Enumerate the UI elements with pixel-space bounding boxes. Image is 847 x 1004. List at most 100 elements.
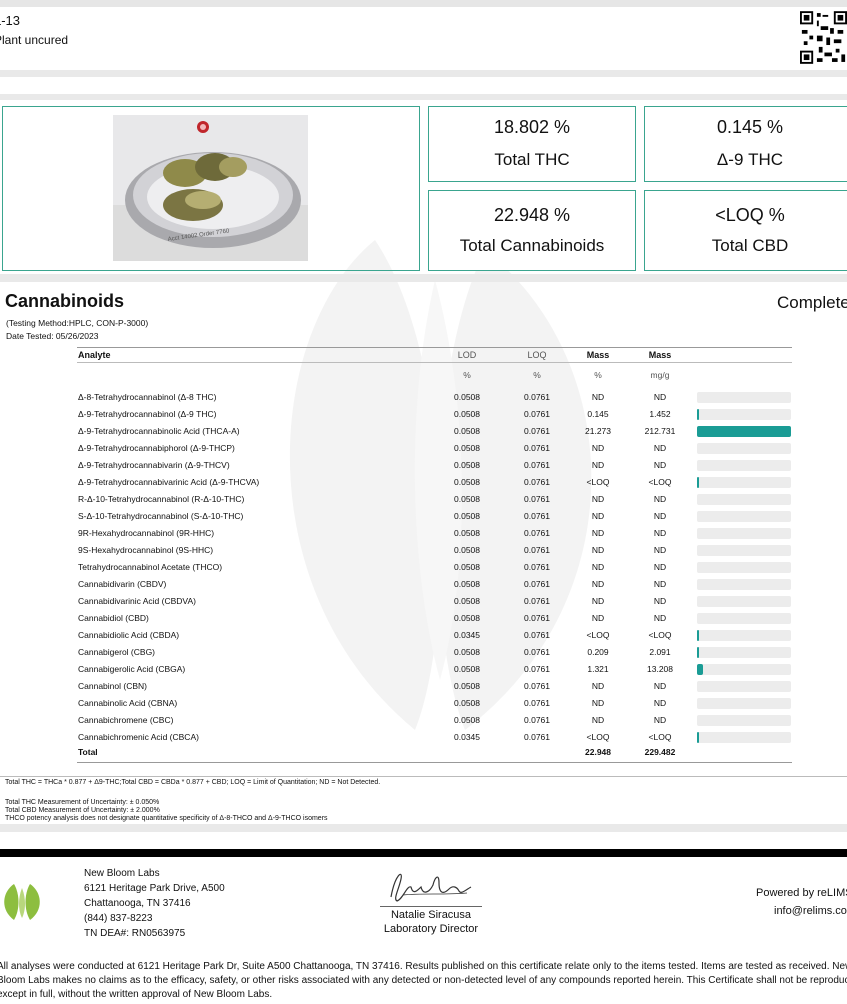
mass-pct-value: ND: [591, 494, 605, 504]
notes-rule: [0, 776, 847, 777]
mass-pct-value: 21.273: [585, 426, 611, 436]
lod-value: 0.0508: [454, 477, 480, 487]
divider-band: [0, 824, 847, 832]
mass-mg-value: ND: [653, 596, 667, 606]
date-tested: Date Tested: 05/26/2023: [6, 331, 99, 341]
disclaimer-line-1: All analyses were conducted at 6121 Heri…: [0, 961, 847, 972]
result-bar-track: [697, 460, 791, 471]
thco-note: THCO potency analysis does not designate…: [5, 815, 328, 822]
loq-value: 0.0761: [524, 630, 550, 640]
analyte-name: Δ-9-Tetrahydrocannabivarin (Δ-9-THCV): [78, 460, 230, 470]
result-bar-track: [697, 426, 791, 437]
loq-value: 0.0761: [524, 409, 550, 419]
divider-band: [0, 274, 847, 282]
table-row: Cannabichromene (CBC) 0.0508 0.0761 ND ND: [0, 712, 847, 729]
result-bar-track: [697, 630, 791, 641]
result-bar-track: [697, 477, 791, 488]
mass-pct-value: <LOQ: [586, 630, 610, 640]
mass-mg-value: ND: [653, 528, 667, 538]
header-mass-pct: Mass: [586, 350, 610, 360]
table-row: Cannabinol (CBN) 0.0508 0.0761 ND ND: [0, 678, 847, 695]
lod-value: 0.0508: [454, 613, 480, 623]
analyte-name: Tetrahydrocannabinol Acetate (THCO): [78, 562, 223, 572]
sample-id: L-13: [0, 13, 21, 28]
new-bloom-logo-icon: [4, 884, 40, 920]
lod-value: 0.0508: [454, 647, 480, 657]
uncertainty-cbd-note: Total CBD Measurement of Uncertainty: ± …: [5, 807, 160, 814]
stat-total-cbd: <LOQ % Total CBD: [644, 190, 847, 271]
lod-value: 0.0508: [454, 443, 480, 453]
result-bar-track: [697, 664, 791, 675]
result-bar-track: [697, 409, 791, 420]
mass-pct-value: ND: [591, 460, 605, 470]
mass-mg-value: 1.452: [649, 409, 671, 419]
stat-label: Δ-9 THC: [716, 150, 784, 169]
disclaimer-line-2: Bloom Labs makes no claims as to the eff…: [0, 975, 847, 986]
mass-pct-value: ND: [591, 392, 605, 402]
lod-value: 0.0508: [454, 698, 480, 708]
lod-value: 0.0508: [454, 715, 480, 725]
unit-loq: %: [533, 370, 541, 380]
header-mass-mg: Mass: [648, 350, 672, 360]
mass-mg-value: <LOQ: [648, 477, 672, 487]
divider-band: [0, 94, 847, 100]
analyte-name: 9S-Hexahydrocannabinol (9S-HHC): [78, 545, 214, 555]
stat-delta9-thc: 0.145 % Δ-9 THC: [644, 106, 847, 182]
mass-mg-value: ND: [653, 681, 667, 691]
header-lod: LOD: [457, 350, 477, 360]
stat-value: <LOQ %: [715, 205, 785, 225]
loq-value: 0.0761: [524, 477, 550, 487]
result-bar-fill: [697, 477, 699, 488]
header-analyte: Analyte: [78, 350, 111, 360]
mass-mg-value: ND: [653, 698, 667, 708]
analyte-name: Cannabidiolic Acid (CBDA): [78, 630, 180, 640]
stat-total-thc: 18.802 % Total THC: [428, 106, 636, 182]
testing-method: (Testing Method:HPLC, CON-P-3000): [6, 318, 149, 328]
analyte-name: Cannabichromenic Acid (CBCA): [78, 732, 199, 742]
table-row: Tetrahydrocannabinol Acetate (THCO) 0.050…: [0, 559, 847, 576]
analyte-name: Δ-9-Tetrahydrocannabiphorol (Δ-9-THCP): [78, 443, 235, 453]
lod-value: 0.0508: [454, 664, 480, 674]
lod-value: 0.0508: [454, 426, 480, 436]
result-bar-track: [697, 392, 791, 403]
lod-value: 0.0508: [454, 511, 480, 521]
mass-mg-value: ND: [653, 545, 667, 555]
result-bar-fill: [697, 664, 703, 675]
total-label: Total: [78, 747, 98, 757]
result-bar-track: [697, 545, 791, 556]
mass-pct-value: ND: [591, 613, 605, 623]
table-row: Cannabidiolic Acid (CBDA) 0.0345 0.0761 <LO…: [0, 627, 847, 644]
table-row: 9R-Hexahydrocannabinol (9R-HHC) 0.0508 0.0…: [0, 525, 847, 542]
loq-value: 0.0761: [524, 562, 550, 572]
lod-value: 0.0508: [454, 528, 480, 538]
mass-pct-value: ND: [591, 443, 605, 453]
table-bottom-rule: [77, 762, 792, 763]
analyte-name: Cannabidivarin (CBDV): [78, 579, 167, 589]
analyte-name: Δ-9-Tetrahydrocannabinol (Δ-9 THC): [78, 409, 217, 419]
mass-mg-value: ND: [653, 392, 667, 402]
mass-mg-value: <LOQ: [648, 732, 672, 742]
result-bar-track: [697, 647, 791, 658]
table-row: Δ-9-Tetrahydrocannabinol (Δ-9 THC) 0.0508…: [0, 406, 847, 423]
mass-pct-value: ND: [591, 715, 605, 725]
stat-label: Total CBD: [711, 236, 789, 255]
mass-mg-value: ND: [653, 494, 667, 504]
lod-value: 0.0508: [454, 392, 480, 402]
mass-pct-value: <LOQ: [586, 732, 610, 742]
contact-email[interactable]: info@relims.com: [774, 905, 847, 917]
loq-value: 0.0761: [524, 460, 550, 470]
result-bar-track: [697, 681, 791, 692]
mass-pct-value: ND: [591, 545, 605, 555]
mass-mg-value: ND: [653, 460, 667, 470]
unit-mass-mg: mg/g: [650, 370, 670, 380]
mass-pct-value: 0.209: [587, 647, 609, 657]
table-row: Δ-9-Tetrahydrocannabivarinic Acid (Δ-9-T…: [0, 474, 847, 491]
table-row: R-Δ-10-Tetrahydrocannabinol (R-Δ-10-THC)…: [0, 491, 847, 508]
loq-value: 0.0761: [524, 392, 550, 402]
result-bar-fill: [697, 630, 699, 641]
analyte-name: Cannabinol (CBN): [78, 681, 147, 691]
section-title: Cannabinoids: [5, 291, 125, 311]
loq-value: 0.0761: [524, 647, 550, 657]
loq-value: 0.0761: [524, 511, 550, 521]
table-row: Cannabidivarin (CBDV) 0.0508 0.0761 ND ND: [0, 576, 847, 593]
